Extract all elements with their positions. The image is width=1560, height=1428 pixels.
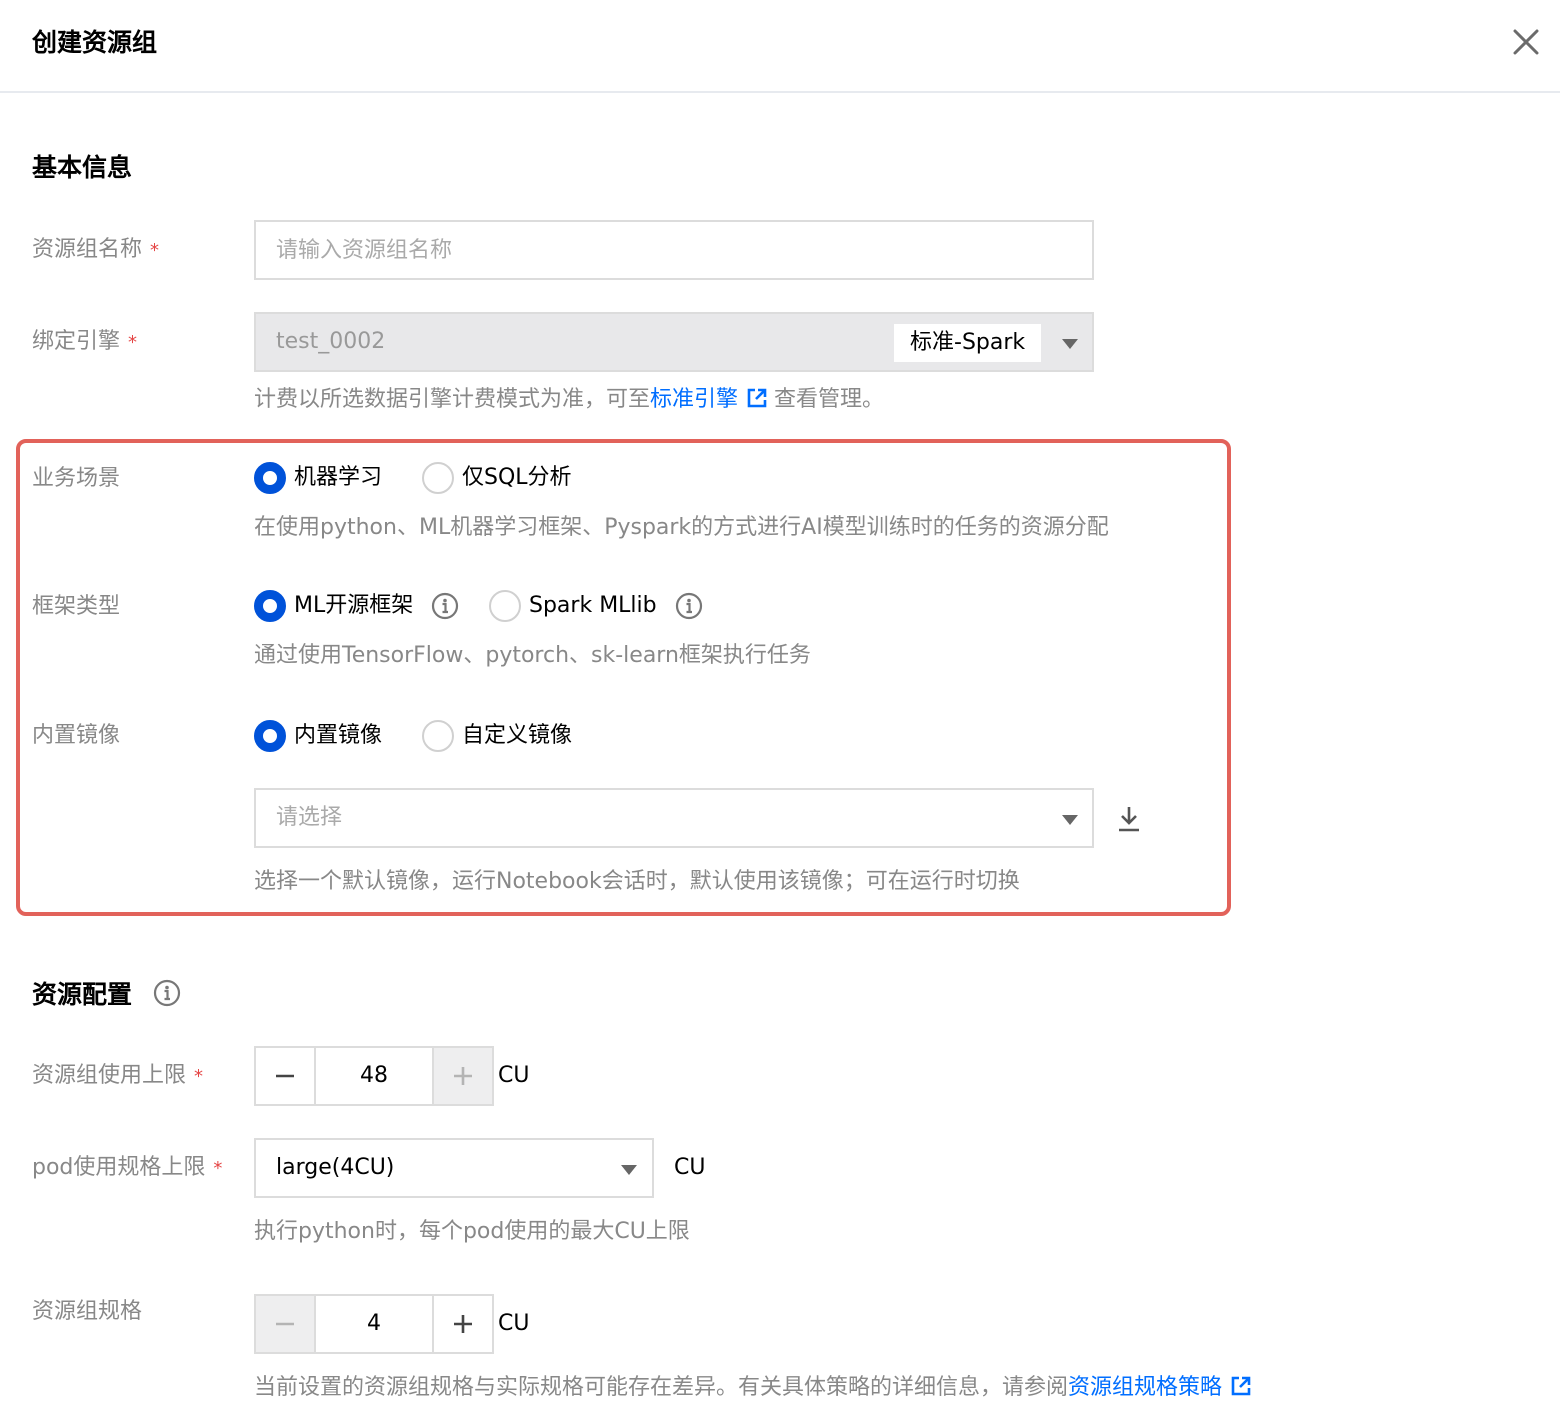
engine-label: 绑定引擎 *	[32, 329, 138, 354]
external-link-icon[interactable]	[1230, 1375, 1252, 1397]
pod-spec-value: large(4CU)	[276, 1155, 395, 1180]
limit-unit: CU	[498, 1063, 530, 1088]
plus-icon	[454, 1067, 472, 1085]
limit-label: 资源组使用上限 *	[32, 1063, 204, 1088]
framework-label: 框架类型	[32, 594, 121, 619]
pod-hint: 执行python时，每个pod使用的最大CU上限	[254, 1219, 690, 1244]
radio-selected-icon	[254, 590, 286, 622]
increment-button[interactable]	[432, 1296, 492, 1352]
info-icon[interactable]	[675, 592, 703, 620]
engine-value: test_0002	[276, 329, 386, 354]
framework-hint: 通过使用TensorFlow、pytorch、sk-learn框架执行任务	[254, 643, 811, 668]
chevron-down-icon	[1062, 339, 1078, 349]
required-mark: *	[128, 332, 138, 353]
chevron-down-icon	[1062, 815, 1078, 825]
spec-value[interactable]: 4	[316, 1296, 432, 1352]
radio-ml-open-framework[interactable]: ML开源框架	[254, 590, 459, 622]
spec-stepper[interactable]: 4	[254, 1294, 494, 1354]
radio-unselected-icon	[422, 462, 454, 494]
limit-stepper[interactable]: 48	[254, 1046, 494, 1106]
image-hint: 选择一个默认镜像，运行Notebook会话时，默认使用该镜像；可在运行时切换	[254, 869, 1020, 894]
section-title-basic: 基本信息	[32, 153, 133, 182]
minus-icon	[276, 1322, 294, 1326]
minus-icon	[276, 1074, 294, 1078]
radio-selected-icon	[254, 462, 286, 494]
scene-hint: 在使用python、ML机器学习框架、Pyspark的方式进行AI模型训练时的任…	[254, 515, 1109, 540]
required-mark: *	[213, 1158, 223, 1179]
decrement-button[interactable]	[256, 1296, 316, 1352]
image-select-placeholder: 请选择	[276, 805, 343, 830]
image-label: 内置镜像	[32, 723, 121, 748]
spec-unit: CU	[498, 1311, 530, 1336]
increment-button[interactable]	[432, 1048, 492, 1104]
resource-group-name-input[interactable]	[254, 220, 1094, 280]
radio-selected-icon	[254, 720, 286, 752]
decrement-button[interactable]	[256, 1048, 316, 1104]
plus-icon	[454, 1315, 472, 1333]
chevron-down-icon	[621, 1165, 637, 1175]
pod-label: pod使用规格上限 *	[32, 1155, 223, 1180]
radio-unselected-icon	[422, 720, 454, 752]
dialog-header: 创建资源组	[0, 0, 1560, 93]
dialog-title: 创建资源组	[32, 28, 158, 57]
section-title-resource: 资源配置	[32, 977, 181, 1013]
limit-value[interactable]: 48	[316, 1048, 432, 1104]
standard-engine-link[interactable]: 标准引擎	[650, 387, 738, 412]
radio-custom-image[interactable]: 自定义镜像	[422, 720, 572, 752]
close-icon	[1513, 29, 1539, 55]
radio-unselected-icon	[489, 590, 521, 622]
pod-spec-select[interactable]: large(4CU)	[254, 1138, 654, 1198]
required-mark: *	[194, 1066, 204, 1087]
pod-unit: CU	[674, 1155, 706, 1180]
radio-sql-only[interactable]: 仅SQL分析	[422, 462, 572, 494]
engine-type-tag: 标准-Spark	[894, 324, 1042, 362]
billing-hint: 计费以所选数据引擎计费模式为准，可至标准引擎 查看管理。	[254, 387, 885, 412]
engine-select[interactable]: test_0002 标准-Spark	[254, 312, 1094, 372]
info-icon[interactable]	[431, 592, 459, 620]
info-icon[interactable]	[153, 979, 181, 1007]
image-select[interactable]: 请选择	[254, 788, 1094, 848]
name-label: 资源组名称 *	[32, 237, 160, 262]
radio-machine-learning[interactable]: 机器学习	[254, 462, 382, 494]
spec-policy-link[interactable]: 资源组规格策略	[1068, 1375, 1222, 1400]
scene-label: 业务场景	[32, 466, 121, 491]
download-icon[interactable]	[1116, 804, 1142, 834]
close-button[interactable]	[1508, 24, 1544, 60]
required-mark: *	[150, 240, 160, 261]
external-link-icon[interactable]	[746, 387, 768, 409]
spec-hint: 当前设置的资源组规格与实际规格可能存在差异。有关具体策略的详细信息，请参阅资源组…	[254, 1372, 1258, 1404]
radio-builtin-image[interactable]: 内置镜像	[254, 720, 382, 752]
radio-spark-mllib[interactable]: Spark MLlib	[489, 590, 703, 622]
spec-label: 资源组规格	[32, 1299, 143, 1324]
